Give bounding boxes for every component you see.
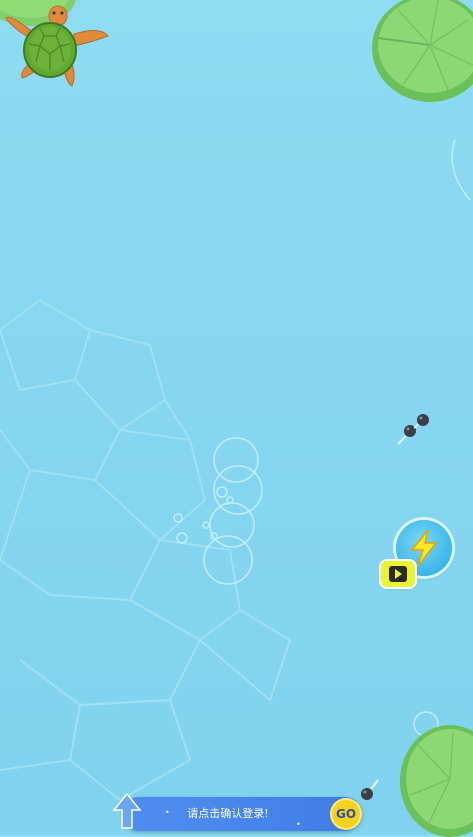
login-prompt-bar[interactable]: 请点击确认登录! — [122, 797, 362, 831]
sparkle-decoration: • — [165, 808, 170, 817]
turtle-player — [5, 5, 109, 87]
sparkle-decoration: • — [296, 820, 301, 829]
lightning-icon — [410, 530, 438, 566]
lily-pad-bottom-right — [400, 725, 473, 837]
watch-video-button[interactable] — [381, 561, 415, 587]
login-prompt-text: 请点击确认登录! — [187, 807, 269, 820]
go-button[interactable]: GO — [332, 800, 360, 828]
lily-pad-top-right — [372, 0, 473, 102]
tadpole-enemy — [397, 414, 429, 445]
tadpole-enemy — [361, 779, 379, 800]
play-icon — [389, 566, 407, 582]
up-arrow-icon — [112, 792, 142, 829]
pond-background — [0, 0, 473, 837]
